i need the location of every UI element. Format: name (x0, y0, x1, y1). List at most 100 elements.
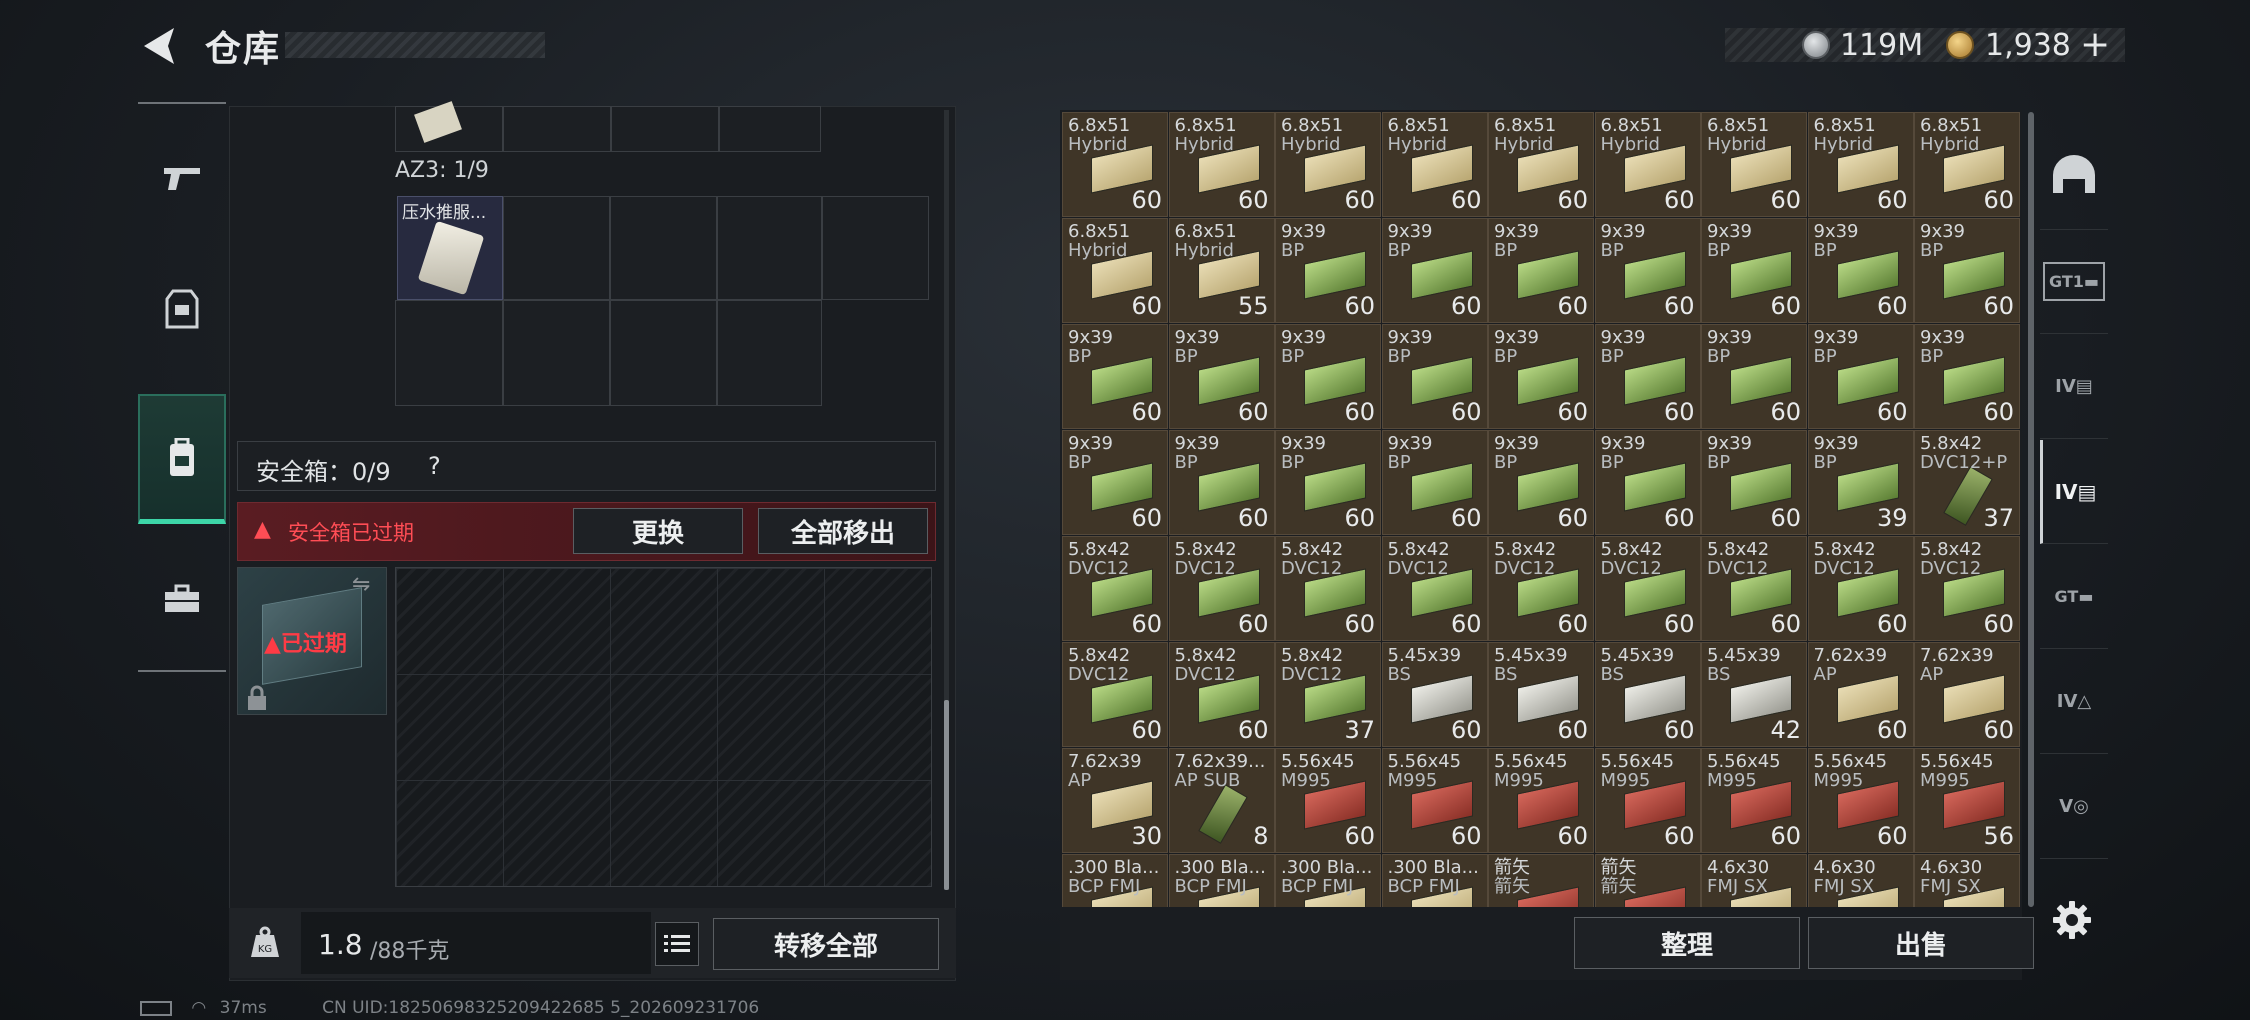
ammo-item[interactable]: 5.45x39 BS 60 (1381, 642, 1488, 747)
ammo-item[interactable]: .300 Bla... BCP FMJ (1062, 854, 1168, 907)
ammo-item[interactable]: 9x39 BP 60 (1275, 218, 1381, 323)
ammo-item[interactable]: 5.8x42 DVC12 60 (1168, 642, 1275, 747)
help-button[interactable]: ? (428, 452, 441, 480)
ammo-item[interactable]: 9x39 BP 60 (1275, 324, 1381, 429)
ammo-item[interactable]: 9x39 BP 60 (1914, 218, 2020, 323)
ammo-item[interactable]: 5.56x45 M995 56 (1914, 748, 2020, 853)
ammo-item[interactable]: 5.8x42 DVC12 60 (1701, 536, 1807, 641)
ammo-item[interactable]: 7.62x39 AP 30 (1062, 748, 1168, 853)
ammo-item[interactable]: 6.8x51 Hybrid 60 (1275, 112, 1381, 217)
ammo-item[interactable]: 7.62x39 AP 60 (1807, 642, 1914, 747)
move-all-out-button[interactable]: 全部移出 (758, 508, 928, 554)
ammo-item[interactable]: 5.56x45 M995 60 (1701, 748, 1807, 853)
empty-slot[interactable] (717, 300, 822, 406)
left-scrollbar[interactable] (944, 700, 949, 890)
sort-button[interactable]: 整理 (1574, 917, 1800, 969)
empty-slot[interactable] (610, 196, 717, 300)
ammo-item[interactable]: 9x39 BP 60 (1381, 430, 1488, 535)
tab-v[interactable]: V◎ (2040, 755, 2108, 859)
empty-slot[interactable] (395, 300, 503, 406)
empty-slot[interactable] (610, 300, 717, 406)
ammo-item[interactable]: 9x39 BP 60 (1914, 324, 2020, 429)
ammo-item[interactable]: 5.8x42 DVC12 60 (1275, 536, 1381, 641)
ammo-item[interactable]: 箭矢 箭矢 (1488, 854, 1594, 907)
ammo-item[interactable]: 9x39 BP 60 (1701, 218, 1807, 323)
ammo-item[interactable]: 4.6x30 FMJ SX (1701, 854, 1807, 907)
ammo-item[interactable]: 5.56x45 M995 60 (1594, 748, 1701, 853)
ammo-item[interactable]: 6.8x51 Hybrid 60 (1062, 218, 1168, 323)
ammo-item[interactable]: 9x39 BP 60 (1701, 430, 1807, 535)
ammo-item[interactable]: 6.8x51 Hybrid 60 (1062, 112, 1168, 217)
ammo-item[interactable]: 9x39 BP 60 (1168, 324, 1275, 429)
ammo-item[interactable]: 9x39 BP 60 (1594, 218, 1701, 323)
ammo-item[interactable]: 5.45x39 BS 42 (1701, 642, 1807, 747)
ammo-item[interactable]: 9x39 BP 60 (1381, 218, 1488, 323)
empty-slot[interactable] (719, 106, 821, 152)
ammo-item[interactable]: 9x39 BP 60 (1275, 430, 1381, 535)
ammo-item[interactable]: 5.45x39 BS 60 (1594, 642, 1701, 747)
sell-button[interactable]: 出售 (1808, 917, 2034, 969)
ammo-item[interactable]: 4.6x30 FMJ SX (1807, 854, 1914, 907)
ammo-item[interactable]: 9x39 BP 60 (1488, 430, 1594, 535)
ammo-item[interactable]: 6.8x51 Hybrid 60 (1168, 112, 1275, 217)
ammo-item[interactable]: 6.8x51 Hybrid 60 (1594, 112, 1701, 217)
list-view-button[interactable] (655, 922, 699, 966)
weapons-tab[interactable] (138, 124, 226, 234)
ammo-item[interactable]: 5.8x42 DVC12 60 (1807, 536, 1914, 641)
ammo-item[interactable]: 5.8x42 DVC12 60 (1594, 536, 1701, 641)
tab-gt-folder[interactable]: GT▬ (2040, 545, 2108, 649)
ammo-item[interactable]: 5.56x45 M995 60 (1807, 748, 1914, 853)
ammo-item[interactable]: 5.56x45 M995 60 (1488, 748, 1594, 853)
ammo-item[interactable]: 5.8x42 DVC12 60 (1062, 642, 1168, 747)
settings-button[interactable] (2052, 900, 2092, 944)
ammo-item[interactable]: 5.56x45 M995 60 (1275, 748, 1381, 853)
tab-helmet[interactable] (2040, 120, 2108, 230)
ammo-item[interactable]: 5.8x42 DVC12 60 (1914, 536, 2020, 641)
empty-slot[interactable] (503, 196, 610, 300)
ammo-item[interactable]: 5.8x42 DVC12 60 (1062, 536, 1168, 641)
slot-with-item[interactable] (395, 101, 503, 152)
empty-slot[interactable] (503, 106, 611, 152)
ammo-item[interactable]: 6.8x51 Hybrid 55 (1168, 218, 1275, 323)
empty-slot[interactable] (717, 196, 822, 300)
add-gold-button[interactable]: + (2080, 24, 2110, 65)
tab-gt1[interactable]: GT1▬ (2040, 230, 2108, 334)
ammo-item[interactable]: 9x39 BP 60 (1168, 430, 1275, 535)
ammo-item[interactable]: 7.62x39... AP SUB 8 (1168, 748, 1275, 853)
ammo-item[interactable]: .300 Bla... BCP FMJ (1381, 854, 1488, 907)
ammo-item[interactable]: 9x39 BP 60 (1381, 324, 1488, 429)
transfer-all-button[interactable]: 转移全部 (713, 918, 939, 970)
ammo-item[interactable]: 6.8x51 Hybrid 60 (1807, 112, 1914, 217)
ammo-item[interactable]: 9x39 BP 60 (1594, 430, 1701, 535)
ammo-item[interactable]: 5.8x42 DVC12 37 (1275, 642, 1381, 747)
ammo-item[interactable]: 9x39 BP 60 (1062, 324, 1168, 429)
ammo-item[interactable]: 6.8x51 Hybrid 60 (1914, 112, 2020, 217)
armor-tab[interactable] (138, 254, 226, 364)
empty-slot[interactable] (503, 300, 610, 406)
back-button[interactable] (136, 22, 180, 70)
ammo-item[interactable]: 5.8x42 DVC12 60 (1381, 536, 1488, 641)
tab-iv-a[interactable]: IV△ (2040, 650, 2108, 754)
ammo-item[interactable]: 9x39 BP 60 (1807, 324, 1914, 429)
ammo-item[interactable]: 5.8x42 DVC12 60 (1168, 536, 1275, 641)
ammo-item[interactable]: 4.6x30 FMJ SX (1914, 854, 2020, 907)
tab-iv-doc[interactable]: IV▤ (2040, 440, 2108, 544)
right-scrollbar[interactable] (2028, 112, 2034, 907)
ammo-item[interactable]: .300 Bla... BCP FMJ (1275, 854, 1381, 907)
ammo-item[interactable]: 5.45x39 BS 60 (1488, 642, 1594, 747)
ammo-item[interactable]: 7.62x39 AP 60 (1914, 642, 2020, 747)
case-tab[interactable] (138, 544, 226, 654)
tab-iv-folder[interactable]: IV▤ (2040, 335, 2108, 439)
ammo-item[interactable]: 箭矢 箭矢 (1594, 854, 1701, 907)
ammo-item[interactable]: 5.56x45 M995 60 (1381, 748, 1488, 853)
ammo-item[interactable]: 9x39 BP 39 (1807, 430, 1914, 535)
ammo-item[interactable]: 9x39 BP 60 (1594, 324, 1701, 429)
ammo-item[interactable]: 6.8x51 Hybrid 60 (1488, 112, 1594, 217)
empty-slot[interactable] (822, 196, 929, 300)
replace-button[interactable]: 更换 (573, 508, 743, 554)
ammo-item[interactable]: .300 Bla... BCP FMJ (1168, 854, 1275, 907)
ammo-item[interactable]: 5.8x42 DVC12+P 37 (1914, 430, 2020, 535)
ammo-item[interactable]: 9x39 BP 60 (1488, 324, 1594, 429)
ammo-item[interactable]: 5.8x42 DVC12 60 (1488, 536, 1594, 641)
ammo-item[interactable]: 9x39 BP 60 (1062, 430, 1168, 535)
